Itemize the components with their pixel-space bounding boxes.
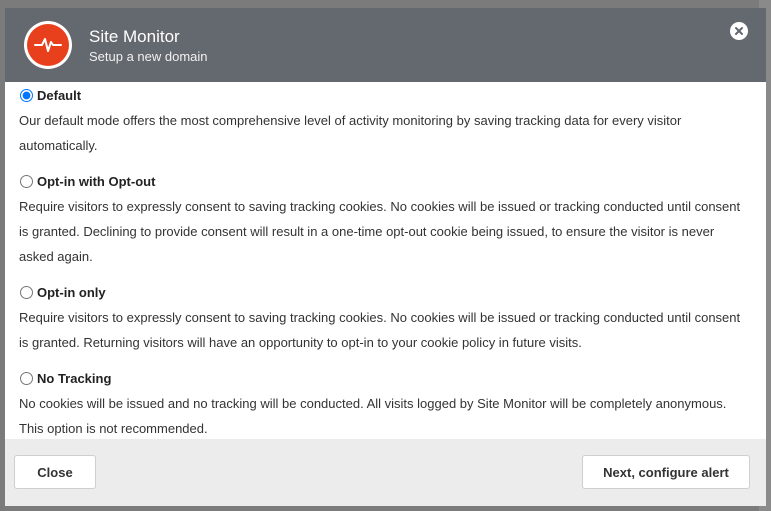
option-label: Opt-in with Opt-out — [37, 173, 156, 189]
option-default: Default Our default mode offers the most… — [19, 86, 749, 158]
option-no-tracking: No Tracking No cookies will be issued an… — [19, 369, 749, 439]
option-label: Opt-in only — [37, 284, 106, 300]
heartbeat-icon — [27, 24, 69, 66]
option-label: No Tracking — [37, 370, 112, 386]
close-icon[interactable] — [730, 22, 748, 40]
radio-default[interactable] — [20, 88, 33, 102]
option-opt-in-only: Opt-in only Require visitors to expressl… — [19, 283, 749, 355]
option-opt-in-with-opt-out: Opt-in with Opt-out Require visitors to … — [19, 172, 749, 269]
option-description: Require visitors to expressly consent to… — [19, 199, 741, 264]
dialog-footer: Close Next, configure alert — [5, 439, 766, 506]
dialog-subtitle: Setup a new domain — [89, 49, 208, 64]
radio-opt-in-only[interactable] — [20, 285, 33, 299]
app-logo — [24, 21, 72, 69]
option-description: Our default mode offers the most compreh… — [19, 113, 682, 153]
option-description: No cookies will be issued and no trackin… — [19, 396, 727, 436]
radio-opt-in-with-opt-out[interactable] — [20, 174, 33, 188]
dialog-body: Default Our default mode offers the most… — [5, 82, 766, 439]
dialog-header: Site Monitor Setup a new domain — [5, 8, 766, 82]
next-configure-alert-button[interactable]: Next, configure alert — [582, 455, 750, 489]
dialog-title: Site Monitor — [89, 27, 180, 46]
radio-no-tracking[interactable] — [20, 371, 33, 385]
close-button[interactable]: Close — [14, 455, 96, 489]
option-description: Require visitors to expressly consent to… — [19, 310, 741, 350]
option-label: Default — [37, 87, 82, 103]
setup-domain-dialog: Site Monitor Setup a new domain Default … — [5, 8, 766, 506]
